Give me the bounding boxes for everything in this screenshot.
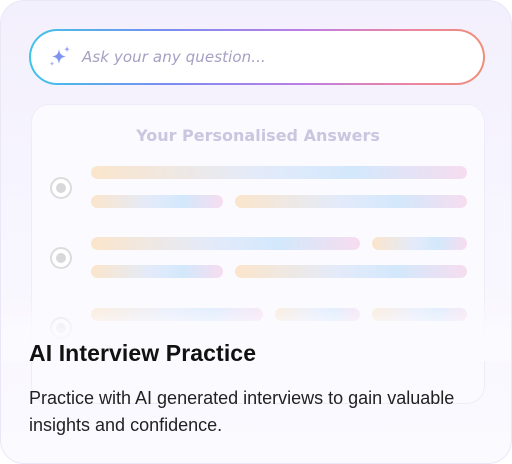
answer-line [91, 195, 223, 208]
search-bar[interactable]: Ask your any question... [29, 29, 485, 85]
panel-title: Your Personalised Answers [136, 126, 380, 145]
card-description: Practice with AI generated interviews to… [29, 388, 455, 435]
answer-line [235, 195, 467, 208]
answer-radio-1[interactable] [50, 177, 72, 199]
sparkle-icon [49, 46, 70, 67]
answer-line [91, 237, 360, 250]
answer-line [372, 237, 467, 250]
feature-card: Ask your any question... Your Personalis… [0, 0, 512, 464]
answer-line [235, 265, 467, 278]
card-title: AI Interview Practice [29, 340, 257, 366]
answer-radio-2[interactable] [50, 247, 72, 269]
answer-line [91, 265, 223, 278]
answer-line [91, 166, 467, 179]
search-placeholder: Ask your any question... [82, 48, 266, 66]
search-input[interactable]: Ask your any question... [31, 31, 483, 83]
